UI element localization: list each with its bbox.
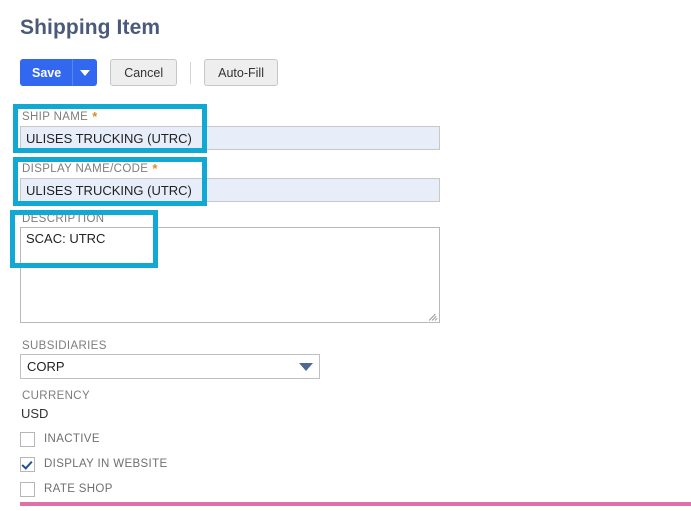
ship-name-input[interactable] xyxy=(20,126,440,150)
checkbox-display-in-website-label: DISPLAY IN WEBSITE xyxy=(44,458,168,470)
subsidiaries-select[interactable]: CORP xyxy=(20,354,320,379)
checkbox-row-rate-shop[interactable]: RATE SHOP xyxy=(20,480,113,498)
checkbox-display-in-website-box[interactable] xyxy=(20,456,35,472)
caret-down-icon[interactable] xyxy=(293,362,319,371)
auto-fill-button[interactable]: Auto-Fill xyxy=(204,59,278,86)
currency-label: CURRENCY xyxy=(22,390,90,402)
checkbox-rate-shop-label: RATE SHOP xyxy=(44,483,113,495)
checkbox-row-inactive[interactable]: INACTIVE xyxy=(20,430,100,448)
bottom-accent-rule xyxy=(20,502,691,506)
checkbox-row-display-in-website[interactable]: DISPLAY IN WEBSITE xyxy=(20,455,167,473)
toolbar: Save Cancel Auto-Fill xyxy=(20,59,278,86)
display-name-code-input[interactable] xyxy=(20,178,440,202)
description-textarea[interactable] xyxy=(20,227,440,323)
display-name-code-label-text: DISPLAY NAME/CODE xyxy=(22,163,149,175)
toolbar-divider xyxy=(190,61,192,84)
description-label: DESCRIPTION xyxy=(22,213,104,225)
page-title: Shipping Item xyxy=(20,16,161,39)
display-name-code-label: DISPLAY NAME/CODE * xyxy=(22,161,158,176)
checkbox-rate-shop-box[interactable] xyxy=(20,481,35,497)
cancel-button[interactable]: Cancel xyxy=(110,59,178,86)
checkbox-inactive-box[interactable] xyxy=(20,431,35,447)
subsidiaries-label: SUBSIDIARIES xyxy=(22,340,107,352)
subsidiaries-label-text: SUBSIDIARIES xyxy=(22,340,107,352)
chevron-down-icon xyxy=(79,69,90,76)
subsidiaries-selected-value: CORP xyxy=(27,359,65,374)
required-asterisk-icon: * xyxy=(92,109,98,124)
currency-value: USD xyxy=(21,406,49,421)
description-label-text: DESCRIPTION xyxy=(22,213,105,225)
save-button[interactable]: Save xyxy=(20,59,74,86)
ship-name-label: SHIP NAME * xyxy=(22,109,98,124)
currency-label-text: CURRENCY xyxy=(22,390,90,402)
required-asterisk-icon: * xyxy=(152,161,158,176)
shipping-item-form-page: Shipping Item Save Cancel Auto-Fill SHIP… xyxy=(0,0,691,511)
save-dropdown-button[interactable] xyxy=(73,59,98,86)
checkbox-inactive-label: INACTIVE xyxy=(44,433,100,445)
ship-name-label-text: SHIP NAME xyxy=(22,111,89,123)
